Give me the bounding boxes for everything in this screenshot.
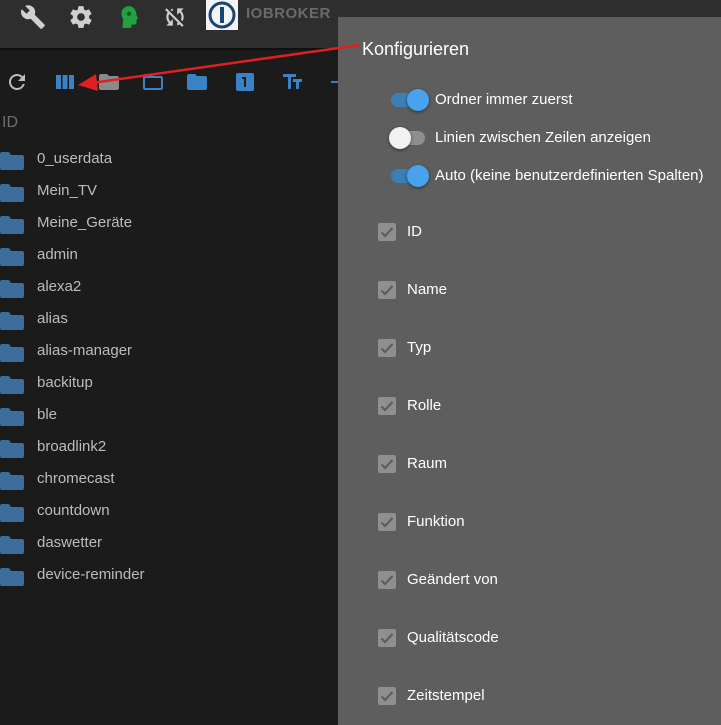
toggle-label: Ordner immer zuerst	[435, 91, 573, 108]
tree-row[interactable]: chromecast	[0, 464, 340, 496]
tree-row-label: device-reminder	[37, 566, 145, 583]
column-checkbox-function[interactable]	[378, 513, 396, 531]
column-checkbox-timestamp[interactable]	[378, 687, 396, 705]
tree-row-label: chromecast	[37, 470, 115, 487]
column-checkbox-role[interactable]	[378, 397, 396, 415]
objects-toolbar	[0, 60, 343, 104]
column-checkbox-type[interactable]	[378, 339, 396, 357]
checkmark-icon	[380, 517, 394, 528]
column-label: Funktion	[407, 513, 465, 530]
admin-head-icon[interactable]	[116, 4, 142, 30]
tree-row-label: alexa2	[37, 278, 82, 295]
folder-icon	[0, 184, 24, 202]
toggle-label: Linien zwischen Zeilen anzeigen	[435, 129, 651, 146]
column-label: Raum	[407, 455, 448, 472]
tree-row-label: daswetter	[37, 534, 103, 551]
column-label: Name	[407, 281, 448, 298]
object-tree-list: 0_userdata Mein_TV Meine_Geräte admin al…	[0, 144, 340, 592]
column-label: Rolle	[407, 397, 442, 414]
column-label: Typ	[407, 339, 432, 356]
tree-row[interactable]: device-reminder	[0, 560, 340, 592]
folder-icon[interactable]	[185, 70, 209, 94]
tree-row[interactable]: Mein_TV	[0, 176, 340, 208]
panel-title: Konfigurieren	[362, 39, 470, 59]
columns-config-icon[interactable]	[53, 70, 77, 94]
checkmark-icon	[380, 401, 394, 412]
column-checkbox-room[interactable]	[378, 455, 396, 473]
folder-icon	[0, 376, 24, 394]
tree-row[interactable]: admin	[0, 240, 340, 272]
folder-icon	[0, 472, 24, 490]
brand-title: IOBROKER	[246, 5, 331, 22]
folder-icon	[0, 280, 24, 298]
text-size-icon[interactable]	[281, 70, 305, 94]
checkmark-icon	[380, 459, 394, 470]
column-label: Geändert von	[407, 571, 498, 588]
iobroker-logo-icon	[206, 0, 238, 30]
checkmark-icon	[380, 575, 394, 586]
folder-icon	[0, 152, 24, 170]
tree-row[interactable]: alias-manager	[0, 336, 340, 368]
wrench-icon[interactable]	[20, 4, 46, 30]
folder-icon	[0, 440, 24, 458]
refresh-icon[interactable]	[5, 70, 29, 94]
tree-row-label: 0_userdata	[37, 150, 113, 167]
column-label: ID	[407, 223, 422, 240]
configure-columns-panel: Konfigurieren Ordner immer zuerst Linien…	[338, 17, 721, 725]
tree-row-label: alias	[37, 310, 68, 327]
checkmark-icon	[380, 227, 394, 238]
tree-row[interactable]: backitup	[0, 368, 340, 400]
tree-row-label: Meine_Geräte	[37, 214, 133, 231]
column-checkbox-id[interactable]	[378, 223, 396, 241]
tree-row-label: countdown	[37, 502, 110, 519]
tree-row-label: backitup	[37, 374, 93, 391]
folder-icon	[0, 312, 24, 330]
column-label: Qualitätscode	[407, 629, 499, 646]
folder-icon	[0, 536, 24, 554]
tree-row-label: ble	[37, 406, 58, 423]
checkmark-icon	[380, 633, 394, 644]
tree-row[interactable]: alias	[0, 304, 340, 336]
tree-row[interactable]: ble	[0, 400, 340, 432]
column-checkbox-quality[interactable]	[378, 629, 396, 647]
tree-row[interactable]: countdown	[0, 496, 340, 528]
tree-row[interactable]: 0_userdata	[0, 144, 340, 176]
settings-gear-icon[interactable]	[68, 4, 94, 30]
toggle-label: Auto (keine benutzerdefinierten Spalten)	[435, 167, 704, 184]
folder-icon	[0, 248, 24, 266]
tree-row-label: Mein_TV	[37, 182, 98, 199]
sync-disabled-icon[interactable]	[162, 4, 188, 30]
folder-icon	[0, 568, 24, 586]
folder-icon	[0, 504, 24, 522]
folder-icon	[0, 216, 24, 234]
tree-row-label: broadlink2	[37, 438, 107, 455]
folder-icon	[0, 408, 24, 426]
tree-row[interactable]: broadlink2	[0, 432, 340, 464]
folder-collapse-icon[interactable]	[97, 70, 121, 94]
folder-open-icon[interactable]	[141, 70, 165, 94]
tree-row[interactable]: alexa2	[0, 272, 340, 304]
column-label: Zeitstempel	[407, 687, 485, 704]
folder-icon	[0, 344, 24, 362]
tree-row-label: alias-manager	[37, 342, 133, 359]
column-checkbox-name[interactable]	[378, 281, 396, 299]
checkmark-icon	[380, 285, 394, 296]
id-column-header[interactable]: ID	[2, 114, 18, 132]
column-checkbox-changed-by[interactable]	[378, 571, 396, 589]
tree-row-label: admin	[37, 246, 78, 263]
checkmark-icon	[380, 343, 394, 354]
checkmark-icon	[380, 691, 394, 702]
expand-level-1-icon[interactable]	[233, 70, 257, 94]
tree-row[interactable]: daswetter	[0, 528, 340, 560]
tree-row[interactable]: Meine_Geräte	[0, 208, 340, 240]
